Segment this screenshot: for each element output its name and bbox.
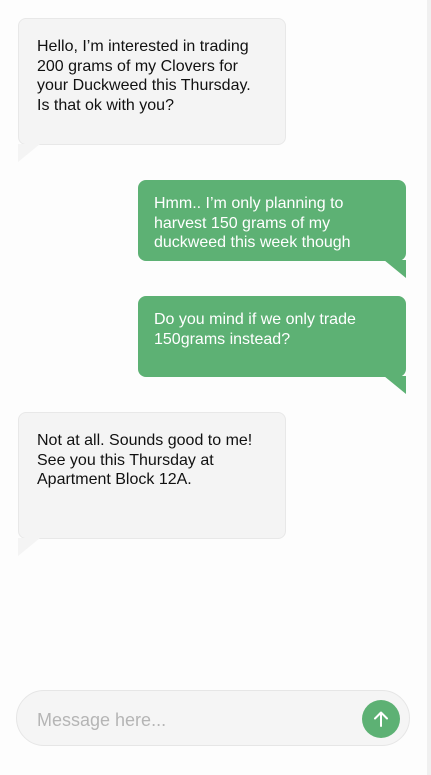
message-input[interactable] bbox=[35, 705, 359, 735]
message-sent: Do you mind if we only trade 150grams in… bbox=[138, 296, 406, 377]
message-composer bbox=[16, 690, 410, 746]
bubble-tail bbox=[384, 376, 406, 394]
bubble-tail bbox=[384, 260, 406, 278]
chat-screen: Hello, I’m interested in trading 200 gra… bbox=[0, 0, 431, 775]
send-button[interactable] bbox=[362, 700, 400, 738]
bubble-tail bbox=[18, 144, 40, 162]
message-received: Not at all. Sounds good to me! See you t… bbox=[18, 412, 286, 539]
arrow-up-icon bbox=[374, 711, 388, 727]
message-sent: Hmm.. I’m only planning to harvest 150 g… bbox=[138, 180, 406, 261]
bubble-tail bbox=[18, 538, 40, 556]
message-received: Hello, I’m interested in trading 200 gra… bbox=[18, 18, 286, 145]
